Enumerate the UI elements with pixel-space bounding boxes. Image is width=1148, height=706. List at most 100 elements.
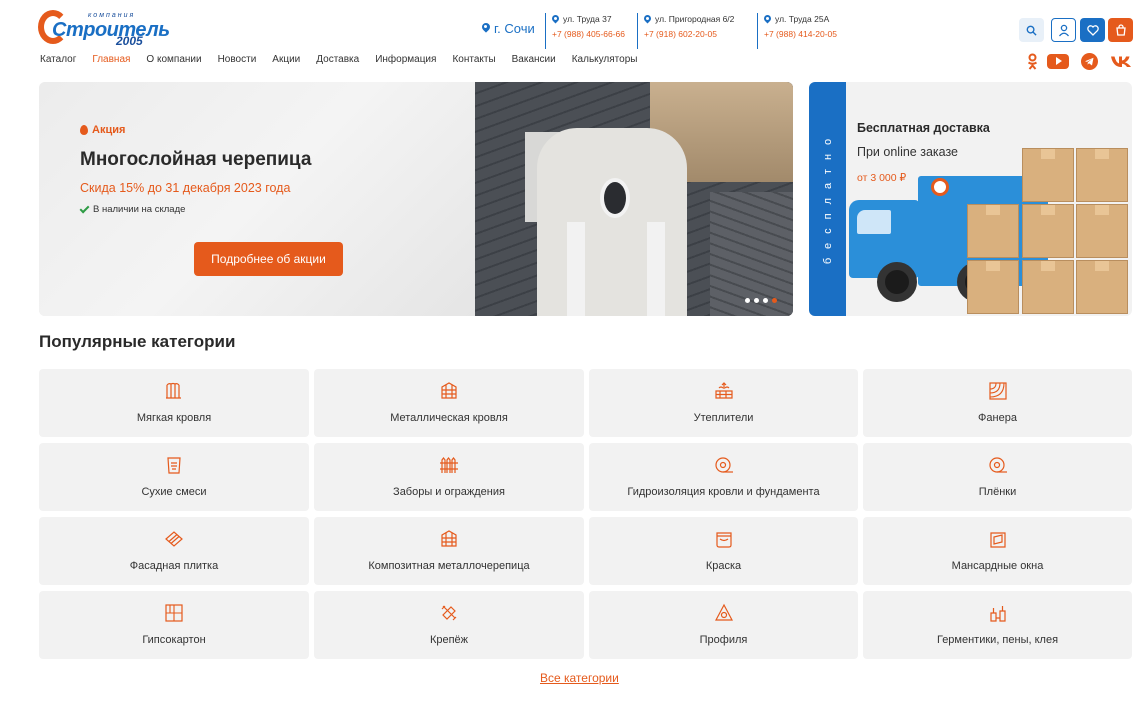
fence-icon <box>439 455 459 475</box>
nav-item-about[interactable]: О компании <box>146 54 201 65</box>
promo-tag-label: Акция <box>92 124 126 136</box>
store-address: ул. Труда 25А +7 (988) 414-20-05 <box>757 13 837 49</box>
youtube-link[interactable] <box>1047 52 1069 70</box>
paint-icon <box>714 529 734 549</box>
category-label: Гидроизоляция кровли и фундамента <box>627 486 820 498</box>
promo-title: Многослойная черепица <box>80 149 312 170</box>
category-label: Профиля <box>699 634 748 646</box>
category-card[interactable]: Гипсокартон <box>39 591 309 659</box>
location-pin-icon <box>552 15 559 24</box>
composite-tile-icon <box>439 529 459 549</box>
category-card[interactable]: Плёнки <box>863 443 1132 511</box>
film-roll-icon <box>988 455 1008 475</box>
metal-roof-icon <box>439 381 459 401</box>
category-label: Гипсокартон <box>142 634 206 646</box>
section-title: Популярные категории <box>39 332 236 351</box>
banner-photo <box>475 82 793 316</box>
drywall-icon <box>164 603 184 623</box>
category-card[interactable]: Фанера <box>863 369 1132 437</box>
plywood-icon <box>988 381 1008 401</box>
truck-logo <box>931 178 949 196</box>
nav-item-information[interactable]: Информация <box>375 54 436 65</box>
profile-icon <box>714 603 734 623</box>
search-icon <box>1026 25 1037 36</box>
store-phone[interactable]: +7 (988) 405-66-66 <box>552 28 625 41</box>
category-card[interactable]: Краска <box>589 517 858 585</box>
nav-item-delivery[interactable]: Доставка <box>316 54 359 65</box>
city-selector[interactable]: г. Сочи <box>482 21 535 36</box>
category-card[interactable]: Металлическая кровля <box>314 369 584 437</box>
vk-icon <box>1111 56 1131 67</box>
odnoklassniki-link[interactable] <box>1026 52 1038 70</box>
category-label: Фанера <box>978 412 1017 424</box>
delivery-banner[interactable]: бесплатно Бесплатная доставка При online… <box>809 82 1132 316</box>
category-card[interactable]: Фасадная плитка <box>39 517 309 585</box>
category-label: Фасадная плитка <box>129 560 219 572</box>
check-icon <box>79 203 90 213</box>
roof-window-icon <box>988 529 1008 549</box>
all-categories-link[interactable]: Все категории <box>540 671 619 685</box>
cart-icon <box>1115 24 1126 36</box>
slider-dots <box>745 298 777 303</box>
telegram-link[interactable] <box>1080 52 1098 70</box>
category-card[interactable]: Сухие смеси <box>39 443 309 511</box>
category-card[interactable]: Гидроизоляция кровли и фундамента <box>589 443 858 511</box>
vk-link[interactable] <box>1109 52 1133 70</box>
category-label: Герментики, пены, клея <box>936 634 1059 646</box>
category-card[interactable]: Крепёж <box>314 591 584 659</box>
nav-item-home[interactable]: Главная <box>92 54 130 65</box>
delivery-vertical-text: бесплатно <box>822 129 834 265</box>
delivery-subtitle: При online заказе <box>857 145 959 159</box>
store-phone[interactable]: +7 (988) 414-20-05 <box>764 28 837 41</box>
cart-button[interactable] <box>1108 18 1133 42</box>
slider-dot-active[interactable] <box>772 298 777 303</box>
category-card[interactable]: Мансардные окна <box>863 517 1132 585</box>
slider-dot[interactable] <box>745 298 750 303</box>
search-button[interactable] <box>1019 18 1044 42</box>
category-card[interactable]: Заборы и ограждения <box>314 443 584 511</box>
nav-item-calculators[interactable]: Калькуляторы <box>572 54 638 65</box>
store-street: ул. Труда 25А <box>775 14 830 24</box>
slider-dot[interactable] <box>754 298 759 303</box>
facade-tile-icon <box>164 529 184 549</box>
user-icon <box>1058 24 1069 36</box>
account-button[interactable] <box>1051 18 1076 42</box>
location-pin-icon <box>644 15 651 24</box>
logo-text: Строитель <box>52 19 170 41</box>
store-address: ул. Труда 37 +7 (988) 405-66-66 <box>545 13 625 49</box>
store-phone[interactable]: +7 (918) 602-20-05 <box>644 28 734 41</box>
banner-background <box>39 82 475 316</box>
location-pin-icon <box>482 23 490 34</box>
promo-subtitle: Скида 15% до 31 декабря 2023 года <box>80 181 291 195</box>
main-nav: Каталог Главная О компании Новости Акции… <box>40 54 653 65</box>
category-grid: Мягкая кровля Металлическая кровля Утепл… <box>39 369 1132 659</box>
nav-item-contacts[interactable]: Контакты <box>452 54 495 65</box>
nav-item-promotions[interactable]: Акции <box>272 54 300 65</box>
category-label: Крепёж <box>429 634 469 646</box>
category-card[interactable]: Герментики, пены, клея <box>863 591 1132 659</box>
logo[interactable]: компания Строитель 2005 <box>38 10 170 48</box>
category-card[interactable]: Мягкая кровля <box>39 369 309 437</box>
promo-details-button[interactable]: Подробнее об акции <box>194 242 343 276</box>
nav-item-news[interactable]: Новости <box>218 54 257 65</box>
favorites-button[interactable] <box>1080 18 1105 42</box>
slider-dot[interactable] <box>763 298 768 303</box>
nav-item-catalog[interactable]: Каталог <box>40 54 76 65</box>
delivery-title: Бесплатная доставка <box>857 121 990 135</box>
logo-year: 2005 <box>116 34 143 48</box>
promo-banner[interactable]: Акция Многослойная черепица Скида 15% до… <box>39 82 793 316</box>
waterproofing-icon <box>714 455 734 475</box>
category-card[interactable]: Утеплители <box>589 369 858 437</box>
sealant-icon <box>988 603 1008 623</box>
category-label: Металлическая кровля <box>390 412 508 424</box>
category-label: Плёнки <box>978 486 1017 498</box>
category-card[interactable]: Композитная металлочерепица <box>314 517 584 585</box>
category-card[interactable]: Профиля <box>589 591 858 659</box>
odnoklassniki-icon <box>1027 53 1037 70</box>
fastener-icon <box>439 603 459 623</box>
truck-wheel <box>877 262 917 302</box>
logo-small-text: компания <box>88 12 136 19</box>
stock-status: В наличии на складе <box>79 203 185 215</box>
nav-item-vacancies[interactable]: Вакансии <box>512 54 556 65</box>
dry-mix-icon <box>164 455 184 475</box>
